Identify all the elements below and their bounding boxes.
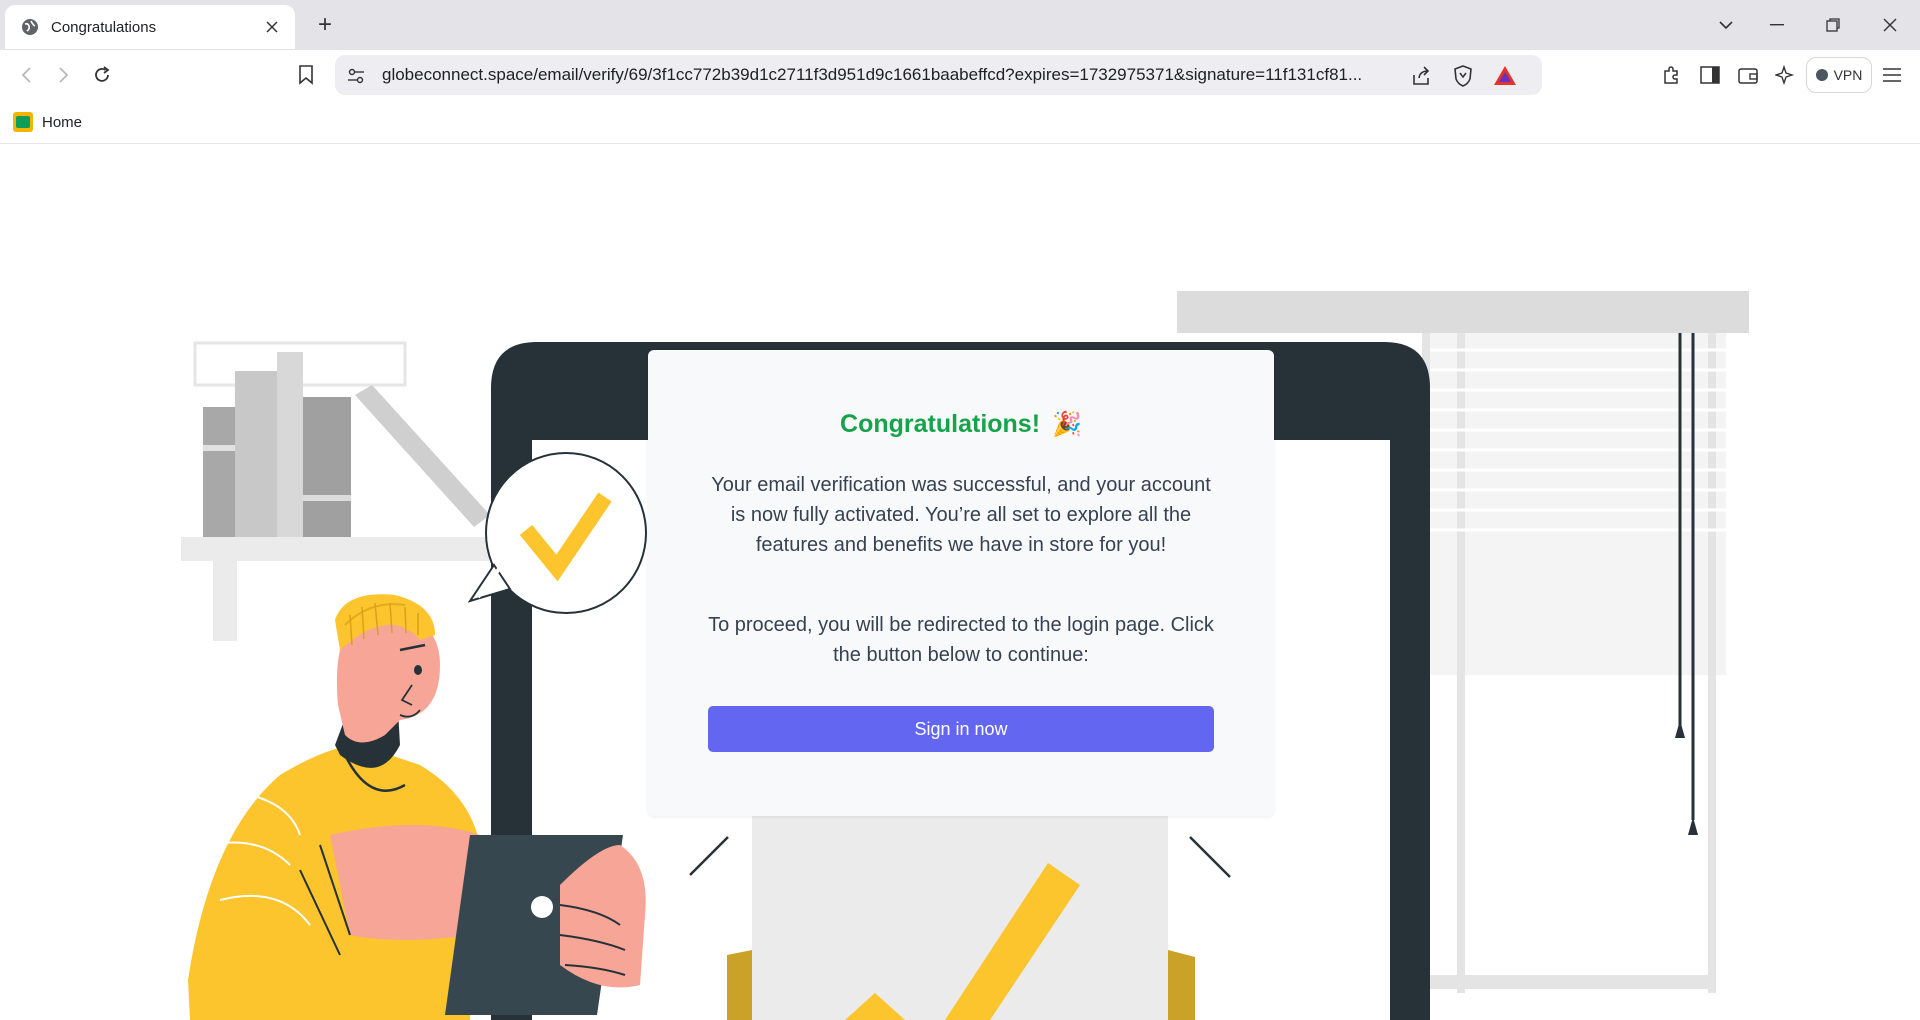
bookmarks-bar: Home [0,100,1920,144]
brave-shields-icon[interactable] [1450,63,1476,89]
page-content: Congratulations! 🎉 Your email verificati… [0,145,1920,1020]
new-tab-button[interactable]: + [312,11,338,38]
forward-arrow-icon [59,67,69,83]
minimize-icon [1770,24,1784,26]
vpn-status-dot [1815,69,1828,81]
restore-icon [1826,18,1840,32]
verification-card: Congratulations! 🎉 Your email verificati… [648,350,1274,816]
reload-icon [95,66,110,82]
vpn-label: VPN [1833,67,1863,83]
forward-button[interactable] [47,59,79,91]
sign-in-button[interactable]: Sign in now [708,706,1214,752]
document-check [689,815,1231,1020]
bookmark-button[interactable] [290,59,322,91]
back-button[interactable] [11,59,43,91]
window-close-button[interactable] [1862,0,1918,50]
tab-strip: Congratulations + [0,0,1920,50]
minimize-button[interactable] [1749,0,1805,50]
close-icon[interactable] [261,16,283,38]
home-bookmark-icon [13,112,33,132]
restore-button[interactable] [1805,0,1861,50]
redirect-message: To proceed, you will be redirected to th… [708,614,1214,666]
url-text[interactable]: globeconnect.space/email/verify/69/3f1cc… [382,55,1382,95]
wallet-icon[interactable] [1734,61,1762,89]
bookshelf [181,341,501,641]
browser-toolbar: globeconnect.space/email/verify/69/3f1cc… [0,50,1920,100]
browser-tab[interactable]: Congratulations [5,5,295,49]
bookmark-icon [299,65,313,85]
back-arrow-icon [21,67,31,83]
hamburger-menu-icon[interactable] [1878,61,1906,89]
vpn-button[interactable]: VPN [1806,57,1872,93]
reload-button[interactable] [86,59,118,91]
globe-icon [21,18,39,36]
close-icon [1883,18,1897,32]
party-popper-icon: 🎉 [1052,411,1082,438]
site-settings-icon[interactable] [345,65,367,87]
address-bar[interactable]: globeconnect.space/email/verify/69/3f1cc… [335,55,1542,95]
bookmark-home-label: Home [42,113,83,131]
leo-ai-icon[interactable] [1771,61,1799,89]
tab-title: Congratulations [51,18,157,36]
page-title: Congratulations! [840,410,1041,438]
sidebar-icon[interactable] [1696,61,1724,89]
card-title-row: Congratulations! 🎉 [648,410,1274,439]
chevron-down-icon [1719,21,1733,30]
tab-search-button[interactable] [1698,0,1754,50]
extensions-icon[interactable] [1658,61,1686,89]
brave-rewards-icon[interactable] [1492,63,1518,89]
bookmark-home[interactable]: Home [13,110,82,134]
share-icon[interactable] [1408,63,1434,89]
success-message: Your email verification was successful, … [711,474,1211,556]
